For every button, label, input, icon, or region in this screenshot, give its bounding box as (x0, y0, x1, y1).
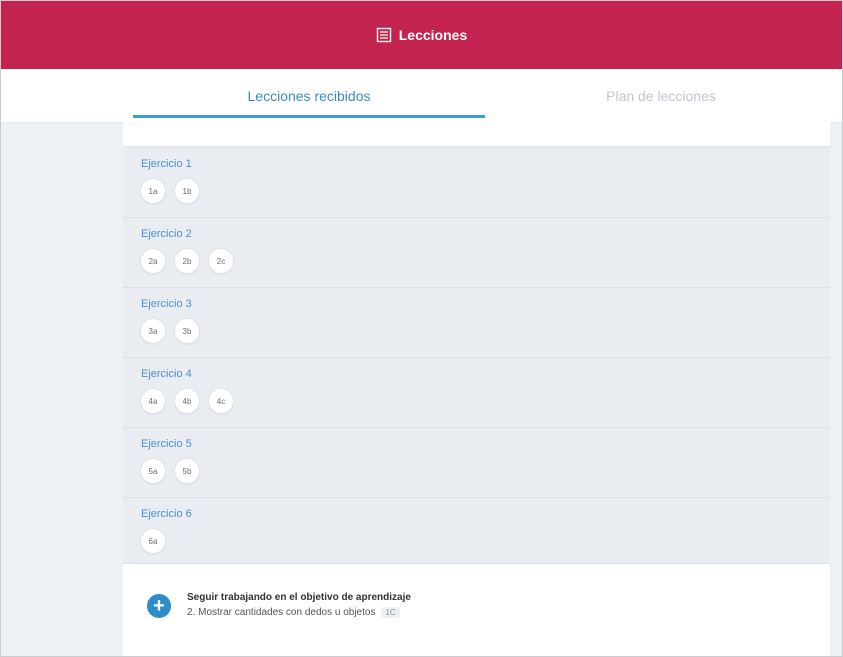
exercise-row: Ejercicio 2 2a 2b 2c (123, 217, 830, 288)
exercise-row: Ejercicio 3 3a 3b (123, 287, 830, 358)
exercise-label[interactable]: Ejercicio 5 (141, 438, 192, 450)
exercise-row: Ejercicio 5 5a 5b (123, 427, 830, 498)
objective-name: 2. Mostrar cantidades con dedos u objeto… (187, 607, 376, 618)
exercise-chip[interactable]: 3b (174, 318, 200, 344)
exercise-chip[interactable]: 5b (174, 458, 200, 484)
objective-badge: 1C (381, 607, 400, 618)
exercise-label[interactable]: Ejercicio 2 (141, 228, 192, 240)
page-title: Lecciones (398, 27, 468, 43)
exercise-chip[interactable]: 4c (208, 388, 234, 414)
exercise-chip[interactable]: 2c (208, 248, 234, 274)
tab-plan-de-lecciones[interactable]: Plan de lecciones (485, 69, 837, 122)
list-icon (376, 27, 391, 43)
lessons-panel: Ejercicio 1 1a 1b Ejercicio 2 2a 2b 2c Ejercici… (123, 122, 830, 656)
objective-title: Seguir trabajando en el objetivo de apre… (187, 592, 411, 603)
exercise-row: Ejercicio 6 6a (123, 497, 830, 568)
plus-icon[interactable]: + (147, 594, 171, 618)
exercise-chip[interactable]: 2a (140, 248, 166, 274)
exercise-row: Ejercicio 1 1a 1b (123, 147, 830, 218)
exercise-chip[interactable]: 2b (174, 248, 200, 274)
exercise-chips: 4a 4b 4c (140, 388, 234, 414)
tab-bar: Lecciones recibidos Plan de lecciones (1, 69, 842, 123)
objective-subtitle: 2. Mostrar cantidades con dedos u objeto… (187, 607, 400, 618)
tab-label: Lecciones recibidos (247, 87, 371, 104)
exercise-label[interactable]: Ejercicio 6 (141, 508, 192, 520)
exercise-chips: 1a 1b (140, 178, 200, 204)
exercise-chip[interactable]: 1b (174, 178, 200, 204)
exercise-row: Ejercicio 4 4a 4b 4c (123, 357, 830, 428)
exercise-chip[interactable]: 4b (174, 388, 200, 414)
exercise-chips: 3a 3b (140, 318, 200, 344)
exercise-chip[interactable]: 1a (140, 178, 166, 204)
exercise-chips: 2a 2b 2c (140, 248, 234, 274)
exercise-chip[interactable]: 5a (140, 458, 166, 484)
exercise-chip[interactable]: 6a (140, 528, 166, 554)
exercise-chips: 5a 5b (140, 458, 200, 484)
exercise-chips: 6a (140, 528, 166, 554)
exercise-chip[interactable]: 3a (140, 318, 166, 344)
tab-label: Plan de lecciones (606, 87, 716, 104)
panel-header (123, 122, 830, 147)
exercise-chip[interactable]: 4a (140, 388, 166, 414)
exercise-label[interactable]: Ejercicio 3 (141, 298, 192, 310)
exercise-label[interactable]: Ejercicio 1 (141, 158, 192, 170)
tab-lecciones-recibidos[interactable]: Lecciones recibidos (133, 69, 485, 122)
title-bar: Lecciones (1, 1, 842, 69)
learning-objective-card: + Seguir trabajando en el objetivo de ap… (123, 563, 830, 656)
app-frame: Lecciones Lecciones recibidos Plan de le… (0, 0, 843, 657)
exercise-label[interactable]: Ejercicio 4 (141, 368, 192, 380)
